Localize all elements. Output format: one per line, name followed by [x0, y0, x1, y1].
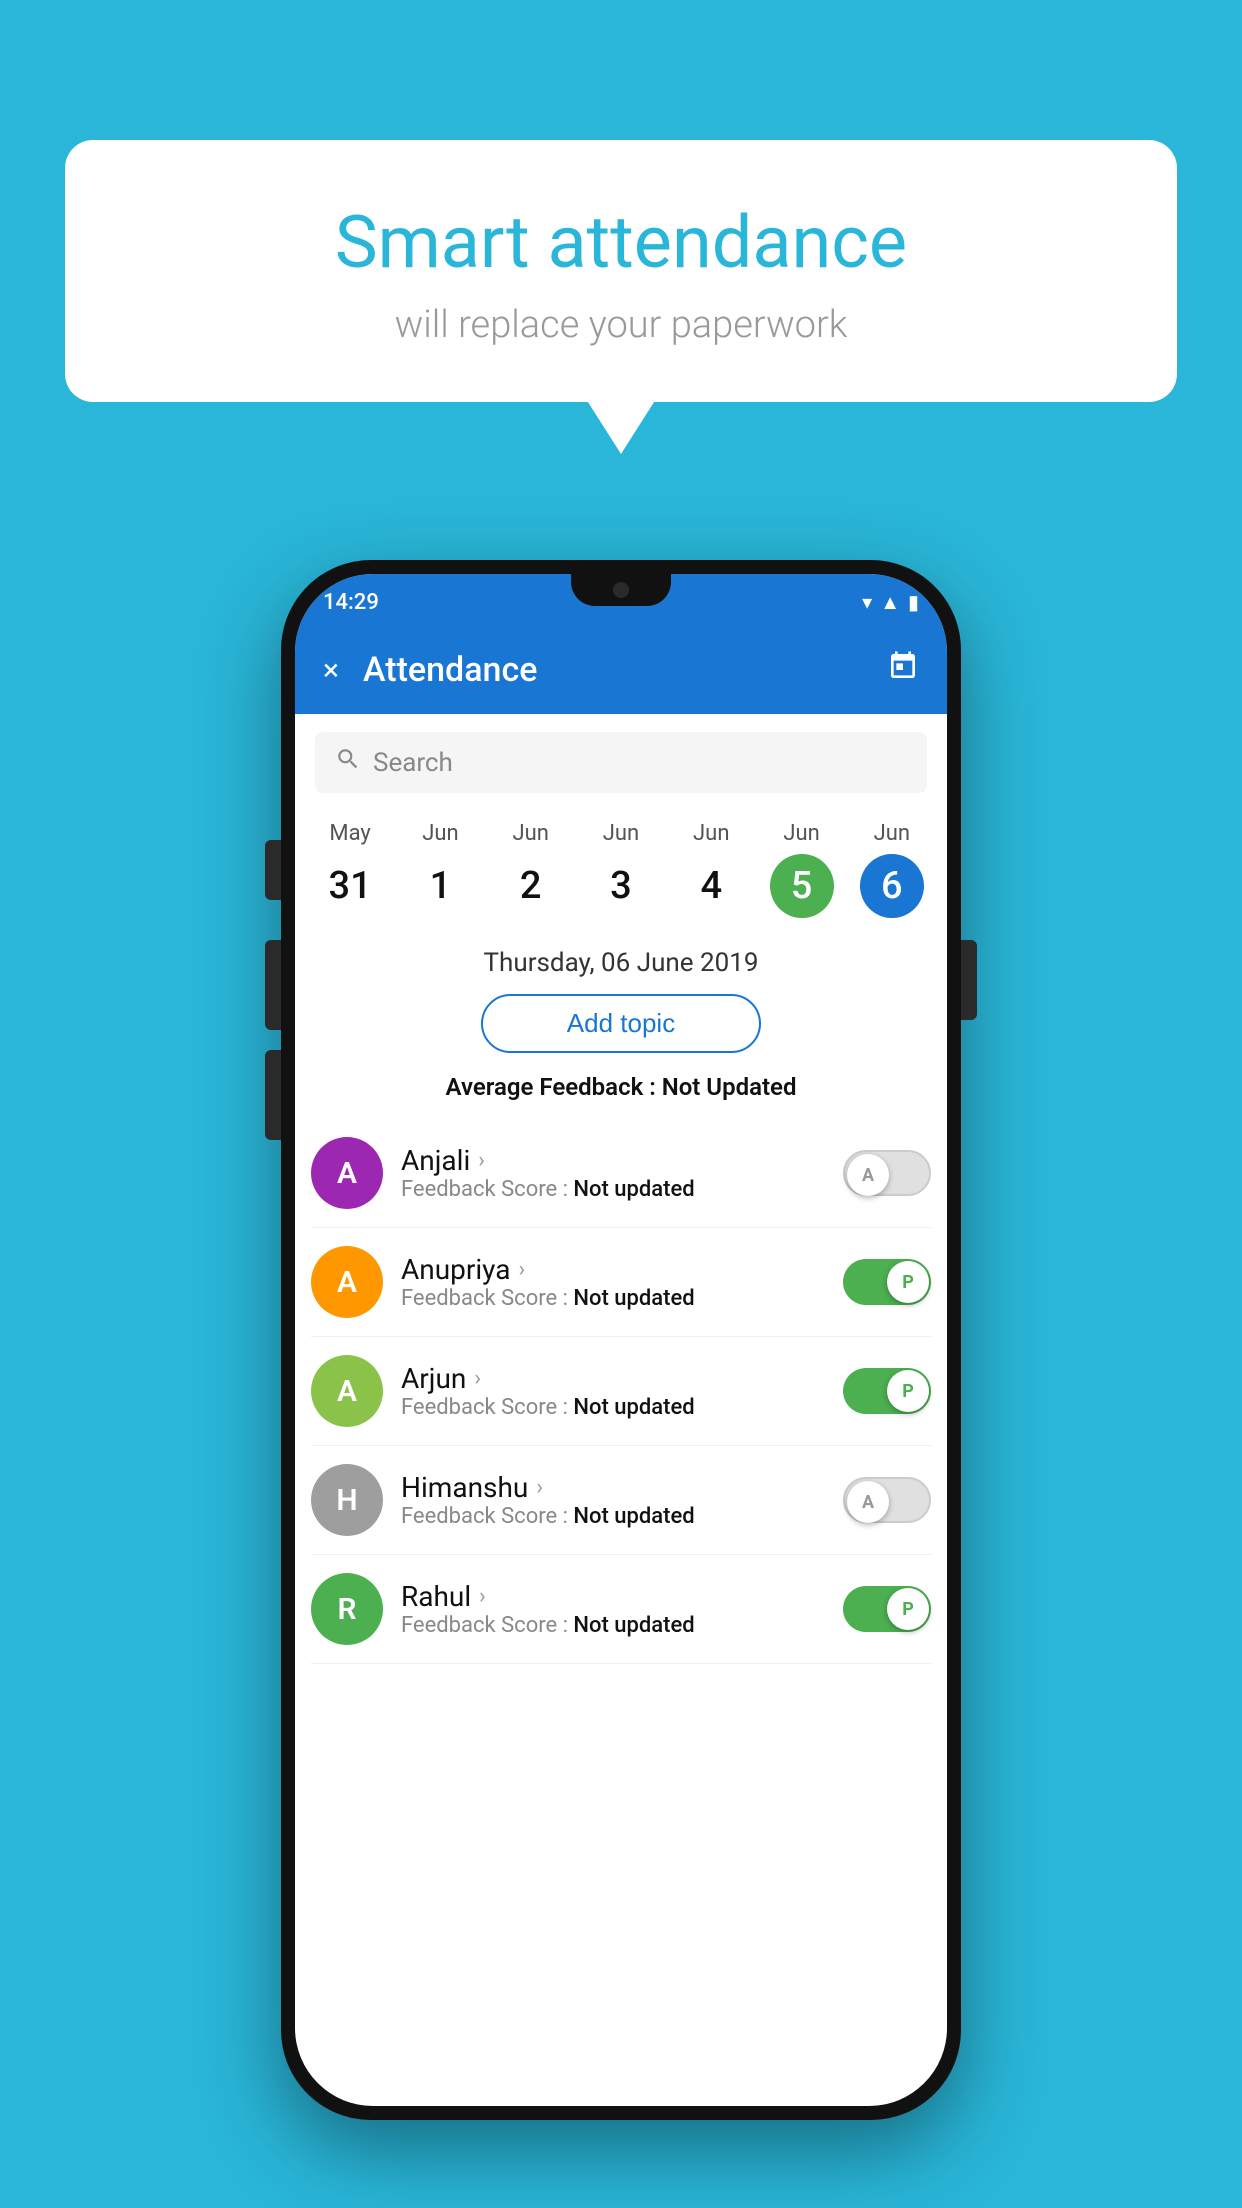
close-button[interactable]: ×	[323, 653, 339, 688]
status-icons: ▾ ▲ ▮	[862, 590, 919, 615]
student-item[interactable]: A Anjali ›Feedback Score : Not updated A	[311, 1119, 931, 1228]
student-info: Arjun ›Feedback Score : Not updated	[401, 1362, 825, 1420]
selected-date: Thursday, 06 June 2019	[295, 948, 947, 978]
signal-icon: ▲	[880, 590, 900, 615]
search-icon	[335, 746, 361, 779]
student-item[interactable]: A Arjun ›Feedback Score : Not updated P	[311, 1337, 931, 1446]
avatar: A	[311, 1137, 383, 1209]
avatar: A	[311, 1246, 383, 1318]
calendar-month-label: Jun	[783, 821, 819, 846]
calendar-day[interactable]: Jun 6	[860, 821, 924, 918]
student-info: Himanshu ›Feedback Score : Not updated	[401, 1471, 825, 1529]
toggle-thumb: A	[847, 1154, 889, 1196]
calendar-day-number: 5	[770, 854, 834, 918]
attendance-toggle[interactable]: P	[843, 1368, 931, 1414]
student-name: Arjun ›	[401, 1362, 825, 1395]
calendar-day[interactable]: Jun 2	[499, 821, 563, 918]
student-info: Anupriya ›Feedback Score : Not updated	[401, 1253, 825, 1311]
calendar-day[interactable]: Jun 5	[770, 821, 834, 918]
phone-notch	[571, 574, 671, 606]
avg-feedback-value: Not Updated	[662, 1073, 797, 1101]
chevron-right-icon: ›	[474, 1366, 481, 1391]
calendar-day-number: 31	[318, 854, 382, 918]
chevron-right-icon: ›	[518, 1257, 525, 1282]
calendar-day-number: 1	[408, 854, 472, 918]
avatar: H	[311, 1464, 383, 1536]
volume-up-button	[265, 940, 281, 1030]
student-info: Rahul ›Feedback Score : Not updated	[401, 1580, 825, 1638]
speech-bubble: Smart attendance will replace your paper…	[65, 140, 1177, 402]
student-feedback: Feedback Score : Not updated	[401, 1613, 825, 1638]
wifi-icon: ▾	[862, 590, 872, 614]
phone-frame: 14:29 ▾ ▲ ▮ × Attendance S	[281, 560, 961, 2120]
attendance-toggle[interactable]: A	[843, 1150, 931, 1196]
student-name: Rahul ›	[401, 1580, 825, 1613]
student-info: Anjali ›Feedback Score : Not updated	[401, 1144, 825, 1202]
calendar-day[interactable]: May 31	[318, 821, 382, 918]
student-feedback: Feedback Score : Not updated	[401, 1286, 825, 1311]
calendar-day-number: 3	[589, 854, 653, 918]
student-item[interactable]: R Rahul ›Feedback Score : Not updated P	[311, 1555, 931, 1664]
chevron-right-icon: ›	[536, 1475, 543, 1500]
power-button	[961, 940, 977, 1020]
avatar: A	[311, 1355, 383, 1427]
attendance-toggle[interactable]: P	[843, 1586, 931, 1632]
battery-icon: ▮	[908, 590, 919, 614]
calendar-month-label: Jun	[422, 821, 458, 846]
avg-feedback: Average Feedback : Not Updated	[295, 1073, 947, 1101]
calendar-day-number: 6	[860, 854, 924, 918]
calendar-day[interactable]: Jun 3	[589, 821, 653, 918]
student-item[interactable]: A Anupriya ›Feedback Score : Not updated P	[311, 1228, 931, 1337]
calendar-day[interactable]: Jun 1	[408, 821, 472, 918]
hero-section: Smart attendance will replace your paper…	[65, 140, 1177, 402]
calendar-month-label: Jun	[874, 821, 910, 846]
camera-dot	[613, 582, 629, 598]
student-name: Himanshu ›	[401, 1471, 825, 1504]
status-time: 14:29	[323, 590, 379, 615]
calendar-button[interactable]	[887, 650, 919, 690]
calendar-month-label: Jun	[603, 821, 639, 846]
phone-screen: 14:29 ▾ ▲ ▮ × Attendance S	[295, 574, 947, 2106]
chevron-right-icon: ›	[479, 1584, 486, 1609]
attendance-toggle[interactable]: A	[843, 1477, 931, 1523]
student-feedback: Feedback Score : Not updated	[401, 1177, 825, 1202]
student-feedback: Feedback Score : Not updated	[401, 1504, 825, 1529]
hero-subtitle: will replace your paperwork	[105, 303, 1137, 347]
search-placeholder: Search	[373, 748, 453, 778]
toggle-thumb: P	[887, 1588, 929, 1630]
calendar-strip: May 31 Jun 1 Jun 2 Jun 3 Jun 4 Jun 5 Jun 6	[295, 811, 947, 938]
calendar-month-label: Jun	[512, 821, 548, 846]
student-item[interactable]: H Himanshu ›Feedback Score : Not updated A	[311, 1446, 931, 1555]
attendance-toggle[interactable]: P	[843, 1259, 931, 1305]
avg-feedback-label: Average Feedback :	[446, 1073, 662, 1101]
student-feedback: Feedback Score : Not updated	[401, 1395, 825, 1420]
volume-down-button	[265, 1050, 281, 1140]
avatar: R	[311, 1573, 383, 1645]
toggle-thumb: P	[887, 1261, 929, 1303]
toggle-thumb: A	[847, 1481, 889, 1523]
student-list: AAnjali ›Feedback Score : Not updatedAAA…	[295, 1119, 947, 1664]
calendar-day-number: 2	[499, 854, 563, 918]
calendar-month-label: May	[329, 821, 370, 846]
student-name: Anupriya ›	[401, 1253, 825, 1286]
calendar-day[interactable]: Jun 4	[679, 821, 743, 918]
app-title: Attendance	[363, 650, 863, 690]
calendar-day-number: 4	[679, 854, 743, 918]
hero-title: Smart attendance	[105, 200, 1137, 285]
app-bar: × Attendance	[295, 626, 947, 714]
calendar-month-label: Jun	[693, 821, 729, 846]
mute-button	[265, 840, 281, 900]
toggle-thumb: P	[887, 1370, 929, 1412]
add-topic-button[interactable]: Add topic	[481, 994, 761, 1053]
student-name: Anjali ›	[401, 1144, 825, 1177]
chevron-right-icon: ›	[478, 1148, 485, 1173]
search-bar[interactable]: Search	[315, 732, 927, 793]
